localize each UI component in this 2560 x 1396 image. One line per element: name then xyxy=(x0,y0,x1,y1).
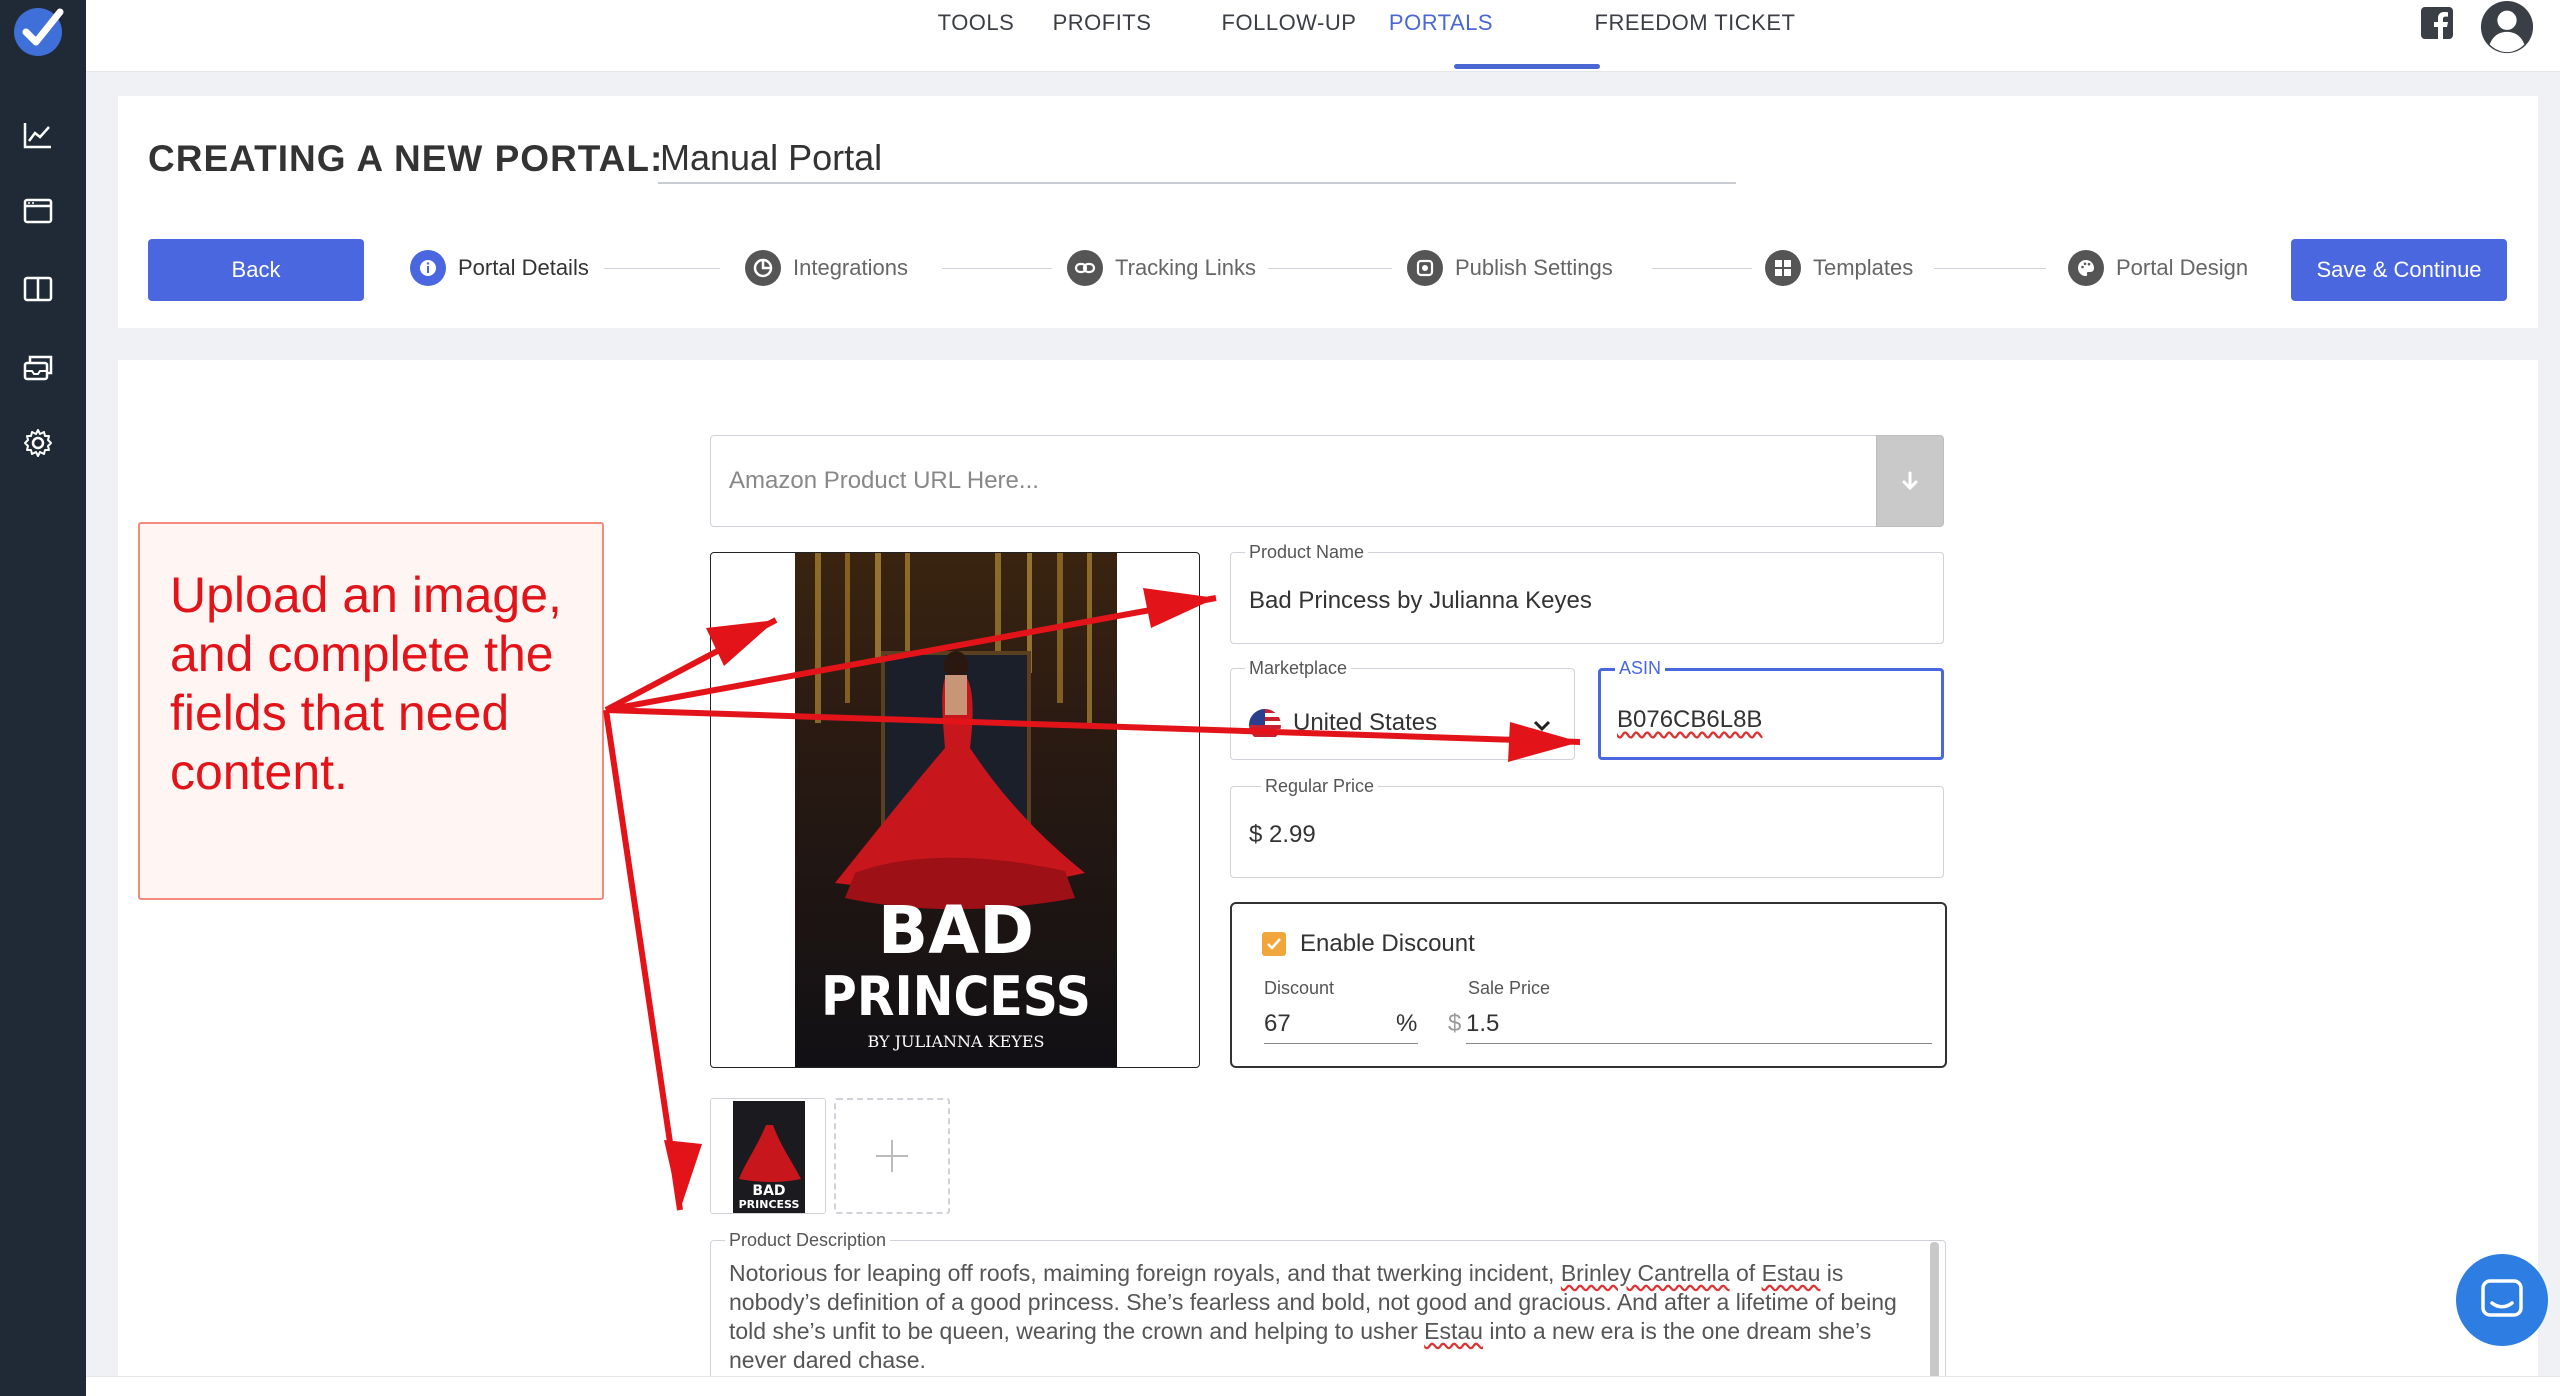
tab-profits[interactable]: PROFITS xyxy=(1026,0,1178,72)
gear-icon xyxy=(1407,250,1443,286)
palette-icon xyxy=(2068,250,2104,286)
enable-discount-checkbox[interactable] xyxy=(1262,932,1286,956)
step-label: Publish Settings xyxy=(1455,255,1613,280)
step-label: Integrations xyxy=(793,255,908,280)
tab-portals[interactable]: PORTALS xyxy=(1368,0,1514,72)
checkmark-icon xyxy=(1267,938,1281,950)
browser-window-icon[interactable] xyxy=(19,192,57,230)
regular-price-value: $ 2.99 xyxy=(1249,821,1316,848)
book-title-line2: PRINCESS xyxy=(821,965,1091,1028)
step-label: Tracking Links xyxy=(1115,255,1257,280)
marketplace-label: Marketplace xyxy=(1245,658,1352,679)
step-integrations[interactable]: Integrations xyxy=(745,248,908,288)
step-templates[interactable]: Templates xyxy=(1765,248,1913,288)
step-divider xyxy=(604,268,720,269)
chat-launcher-button[interactable] xyxy=(2456,1254,2548,1346)
page-title: CREATING A NEW PORTAL: xyxy=(148,138,664,179)
sale-price-label: Sale Price xyxy=(1468,978,1551,998)
facebook-icon[interactable] xyxy=(2420,6,2454,40)
portal-name-input[interactable] xyxy=(658,134,1736,184)
step-publish-settings[interactable]: Publish Settings xyxy=(1407,248,1613,288)
dollar-prefix: $ xyxy=(1448,1010,1462,1037)
asin-label: ASIN xyxy=(1615,658,1666,679)
svg-text:PRINCESS: PRINCESS xyxy=(739,1198,800,1211)
step-label: Portal Design xyxy=(2116,255,2249,280)
svg-text:BAD: BAD xyxy=(752,1183,785,1199)
product-name-label: Product Name xyxy=(1245,542,1369,563)
annotation-text: Upload an image, and complete the fields… xyxy=(170,567,562,800)
step-label: Portal Details xyxy=(458,255,589,280)
book-cover-image: BAD PRINCESS BY JULIANNA KEYES xyxy=(795,553,1117,1067)
asin-value: B076CB6L8B xyxy=(1617,706,1763,733)
add-image-button[interactable] xyxy=(834,1098,950,1214)
us-flag-icon xyxy=(1249,709,1281,741)
active-tab-indicator xyxy=(1454,64,1600,69)
arrow-down-icon xyxy=(1902,471,1918,491)
top-nav: TOOLS PROFITS FOLLOW-UP PORTALS FREEDOM … xyxy=(86,0,2560,72)
description-scrollbar[interactable] xyxy=(1930,1242,1939,1392)
info-icon xyxy=(410,250,446,286)
sidebar xyxy=(0,0,86,1396)
asin-field[interactable]: ASIN B076CB6L8B xyxy=(1598,658,1944,760)
step-label: Templates xyxy=(1813,255,1914,280)
fetch-url-button[interactable] xyxy=(1876,435,1944,527)
sale-price-input[interactable] xyxy=(1466,1004,1932,1044)
regular-price-label: Regular Price xyxy=(1261,776,1379,797)
product-description-field[interactable]: Product Description Notorious for leapin… xyxy=(710,1230,1946,1396)
book-author: BY JULIANNA KEYES xyxy=(868,1032,1045,1051)
pie-chart-icon xyxy=(745,250,781,286)
bottom-bar xyxy=(86,1376,2560,1396)
discount-panel: Enable Discount Discount % Sale Price $ xyxy=(1230,902,1947,1068)
product-image-box[interactable]: BAD PRINCESS BY JULIANNA KEYES xyxy=(710,552,1200,1068)
step-divider xyxy=(1652,268,1752,269)
link-icon xyxy=(1067,250,1103,286)
user-avatar-icon[interactable] xyxy=(2478,0,2536,56)
book-cover-thumbnail: BAD PRINCESS xyxy=(711,1099,825,1213)
chevron-down-icon[interactable] xyxy=(1530,713,1554,737)
product-description-text: Notorious for leaping off roofs, maiming… xyxy=(729,1260,1897,1373)
step-tracking-links[interactable]: Tracking Links xyxy=(1067,248,1256,288)
app-logo[interactable] xyxy=(10,2,70,62)
step-portal-details[interactable]: Portal Details xyxy=(410,248,589,288)
discount-label: Discount xyxy=(1264,978,1335,998)
header-card: CREATING A NEW PORTAL: Back Portal Detai… xyxy=(118,96,2538,328)
marketplace-select[interactable]: Marketplace United States xyxy=(1230,658,1575,760)
percent-suffix: % xyxy=(1396,1010,1418,1037)
amazon-url-input[interactable] xyxy=(710,435,1878,527)
chat-icon xyxy=(2481,1279,2523,1317)
marketplace-value: United States xyxy=(1293,709,1438,736)
product-name-field[interactable]: Product Name Bad Princess by Julianna Ke… xyxy=(1230,542,1944,644)
gear-icon[interactable] xyxy=(19,424,57,462)
step-portal-design[interactable]: Portal Design xyxy=(2068,248,2248,288)
back-button[interactable]: Back xyxy=(148,239,364,301)
product-name-value: Bad Princess by Julianna Keyes xyxy=(1249,587,1592,614)
discount-input[interactable] xyxy=(1264,1004,1418,1044)
columns-icon[interactable] xyxy=(19,270,57,308)
step-divider xyxy=(1934,268,2046,269)
image-thumbnail[interactable]: BAD PRINCESS xyxy=(710,1098,826,1214)
regular-price-field[interactable]: Regular Price $ 2.99 xyxy=(1230,776,1944,878)
plus-icon xyxy=(876,1140,908,1172)
step-divider xyxy=(1268,268,1392,269)
book-title-line1: BAD xyxy=(878,892,1034,969)
grid-icon xyxy=(1765,250,1801,286)
enable-discount-label: Enable Discount xyxy=(1300,930,1475,957)
step-divider xyxy=(942,268,1052,269)
save-continue-button[interactable]: Save & Continue xyxy=(2291,239,2507,301)
product-description-label: Product Description xyxy=(725,1230,891,1251)
chart-line-icon[interactable] xyxy=(19,116,57,154)
tab-freedom-ticket[interactable]: FREEDOM TICKET xyxy=(1568,0,1822,72)
inbox-stack-icon[interactable] xyxy=(19,348,57,386)
